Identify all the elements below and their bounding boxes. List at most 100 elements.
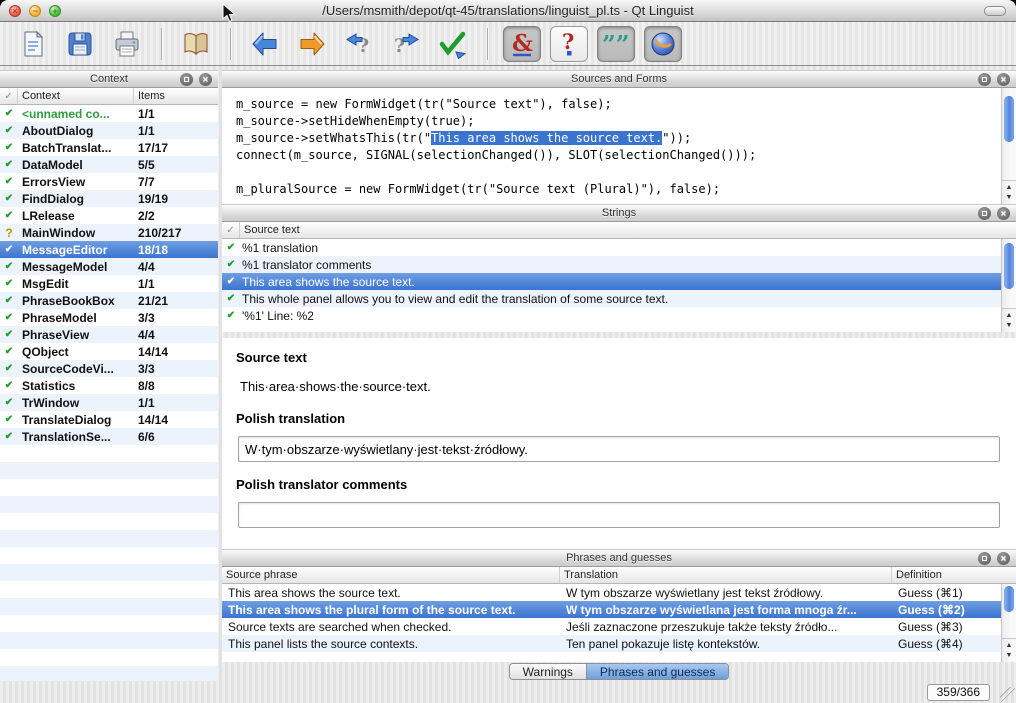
context-items: 14/14 — [134, 413, 218, 427]
strings-vertical-scrollbar[interactable]: ▲▼ — [1001, 239, 1016, 332]
close-window-button[interactable]: × — [9, 5, 21, 17]
scroll-down-icon[interactable]: ▼ — [1006, 651, 1013, 661]
toggle-phrase-matches-button[interactable]: ”” — [597, 26, 635, 62]
save-button[interactable] — [61, 26, 99, 62]
done-check-icon: ✔ — [0, 363, 18, 374]
phrases-vertical-scrollbar[interactable]: ▲▼ — [1001, 584, 1016, 662]
string-row[interactable]: ✔This whole panel allows you to view and… — [222, 290, 1001, 307]
context-items: 19/19 — [134, 192, 218, 206]
context-row[interactable]: ✔TrWindow1/1 — [0, 394, 218, 411]
code-text: connect(m_source, SIGNAL(selectionChange… — [236, 148, 756, 162]
source-code-view[interactable]: m_source = new FormWidget(tr("Source tex… — [222, 88, 1016, 204]
forward-button[interactable] — [293, 26, 331, 62]
translator-comments-input[interactable] — [238, 502, 1000, 528]
context-row[interactable]: ?MainWindow210/217 — [0, 224, 218, 241]
strings-panel-header[interactable]: Strings ✕ — [222, 204, 1016, 222]
scrollbar-thumb[interactable] — [1004, 96, 1014, 142]
context-row[interactable]: ✔TranslateDialog14/14 — [0, 411, 218, 428]
phrase-row[interactable]: This area shows the plural form of the s… — [222, 601, 1001, 618]
close-panel-button[interactable]: ✕ — [997, 552, 1010, 565]
context-row[interactable]: ✔TranslationSe...6/6 — [0, 428, 218, 445]
back-button[interactable] — [246, 26, 284, 62]
context-row[interactable]: ✔MessageModel4/4 — [0, 258, 218, 275]
float-panel-button[interactable] — [978, 207, 991, 220]
context-row[interactable]: ✔FindDialog19/19 — [0, 190, 218, 207]
done-check-icon: ✔ — [0, 193, 18, 204]
string-row[interactable]: ✔'%1' Line: %2 — [222, 307, 1001, 324]
float-icon — [982, 77, 987, 82]
minimize-window-button[interactable]: − — [29, 5, 41, 17]
window-controls: × − + — [0, 5, 61, 17]
context-name: AboutDialog — [18, 124, 134, 138]
context-row[interactable]: ✔QObject14/14 — [0, 343, 218, 360]
string-row[interactable]: ✔%1 translator comments — [222, 256, 1001, 273]
float-panel-button[interactable] — [978, 73, 991, 86]
context-row[interactable]: ✔SourceCodeVi...3/3 — [0, 360, 218, 377]
scrollbar-arrows[interactable]: ▲▼ — [1002, 180, 1016, 204]
scrollbar-arrows[interactable]: ▲▼ — [1002, 638, 1016, 662]
toggle-ending-punctuation-button[interactable]: ? — [550, 26, 588, 62]
scroll-down-icon[interactable]: ▼ — [1006, 193, 1013, 203]
string-row[interactable]: ✔%1 translation — [222, 239, 1001, 256]
context-row[interactable]: ✔LRelease2/2 — [0, 207, 218, 224]
scroll-up-icon[interactable]: ▲ — [1006, 311, 1013, 321]
context-row[interactable]: ✔<unnamed co...1/1 — [0, 105, 218, 122]
toggle-accelerators-button[interactable]: & — [503, 26, 541, 62]
close-panel-button[interactable]: ✕ — [997, 73, 1010, 86]
context-row[interactable]: ✔PhraseModel3/3 — [0, 309, 218, 326]
prev-unfinished-button[interactable]: ? — [340, 26, 378, 62]
context-row[interactable]: ✔BatchTranslat...17/17 — [0, 139, 218, 156]
sources-panel-header[interactable]: Sources and Forms ✕ — [222, 70, 1016, 88]
close-panel-button[interactable]: ✕ — [199, 73, 212, 86]
toolbar-toggle-button[interactable] — [984, 6, 1006, 16]
context-row[interactable]: ✔AboutDialog1/1 — [0, 122, 218, 139]
phrases-column-header[interactable]: Source phrase Translation Definition — [222, 567, 1016, 584]
done-column-check-icon: ✓ — [222, 222, 240, 238]
sources-vertical-scrollbar[interactable]: ▲▼ — [1001, 88, 1016, 204]
print-button[interactable] — [108, 26, 146, 62]
context-filler-row — [0, 598, 218, 615]
tab-phrases-and-guesses[interactable]: Phrases and guesses — [586, 664, 728, 679]
phrases-panel-header[interactable]: Phrases and guesses ✕ — [222, 549, 1016, 567]
context-row[interactable]: ✔MsgEdit1/1 — [0, 275, 218, 292]
phrase-row[interactable]: This panel lists the source contexts.Ten… — [222, 635, 1001, 652]
context-row[interactable]: ✔DataModel5/5 — [0, 156, 218, 173]
context-name: SourceCodeVi... — [18, 362, 134, 376]
context-row[interactable]: ✔Statistics8/8 — [0, 377, 218, 394]
scroll-up-icon[interactable]: ▲ — [1006, 183, 1013, 193]
translation-input[interactable] — [238, 436, 1000, 462]
strings-column-header[interactable]: ✓ Source text — [222, 222, 1016, 239]
toggle-place-markers-button[interactable] — [644, 26, 682, 62]
context-row[interactable]: ✔PhraseBookBox21/21 — [0, 292, 218, 309]
next-unfinished-button[interactable]: ? — [387, 26, 425, 62]
scroll-up-icon[interactable]: ▲ — [1006, 641, 1013, 651]
scrollbar-arrows[interactable]: ▲▼ — [1002, 308, 1016, 332]
phrasebook-button[interactable] — [177, 26, 215, 62]
tab-warnings[interactable]: Warnings — [510, 664, 586, 679]
context-row[interactable]: ✔PhraseView4/4 — [0, 326, 218, 343]
scrollbar-thumb[interactable] — [1004, 586, 1014, 612]
phrase-row[interactable]: This area shows the source text.W tym ob… — [222, 584, 1001, 601]
float-panel-button[interactable] — [180, 73, 193, 86]
context-panel: Context ✕ ✓ Context Items ✔<unnamed co..… — [0, 70, 218, 681]
scrollbar-thumb[interactable] — [1004, 243, 1014, 289]
zoom-window-button[interactable]: + — [49, 5, 61, 17]
context-items: 1/1 — [134, 107, 218, 121]
done-and-next-button[interactable] — [434, 26, 472, 62]
context-row[interactable]: ✔MessageEditor18/18 — [0, 241, 218, 258]
titlebar[interactable]: × − + /Users/msmith/depot/qt-45/translat… — [0, 0, 1016, 22]
string-row[interactable]: ✔This area shows the source text. — [222, 273, 1001, 290]
done-check-icon: ✔ — [0, 159, 18, 170]
float-panel-button[interactable] — [978, 552, 991, 565]
context-name: QObject — [18, 345, 134, 359]
resize-grip[interactable] — [1000, 687, 1015, 702]
translation-label: Polish translation — [236, 411, 1004, 426]
context-panel-header[interactable]: Context ✕ — [0, 70, 218, 88]
context-row[interactable]: ✔ErrorsView7/7 — [0, 173, 218, 190]
scroll-down-icon[interactable]: ▼ — [1006, 321, 1013, 331]
string-source-text: %1 translator comments — [240, 258, 1001, 272]
open-button[interactable] — [14, 26, 52, 62]
context-column-header[interactable]: ✓ Context Items — [0, 88, 218, 105]
close-panel-button[interactable]: ✕ — [997, 207, 1010, 220]
phrase-row[interactable]: Source texts are searched when checked.J… — [222, 618, 1001, 635]
